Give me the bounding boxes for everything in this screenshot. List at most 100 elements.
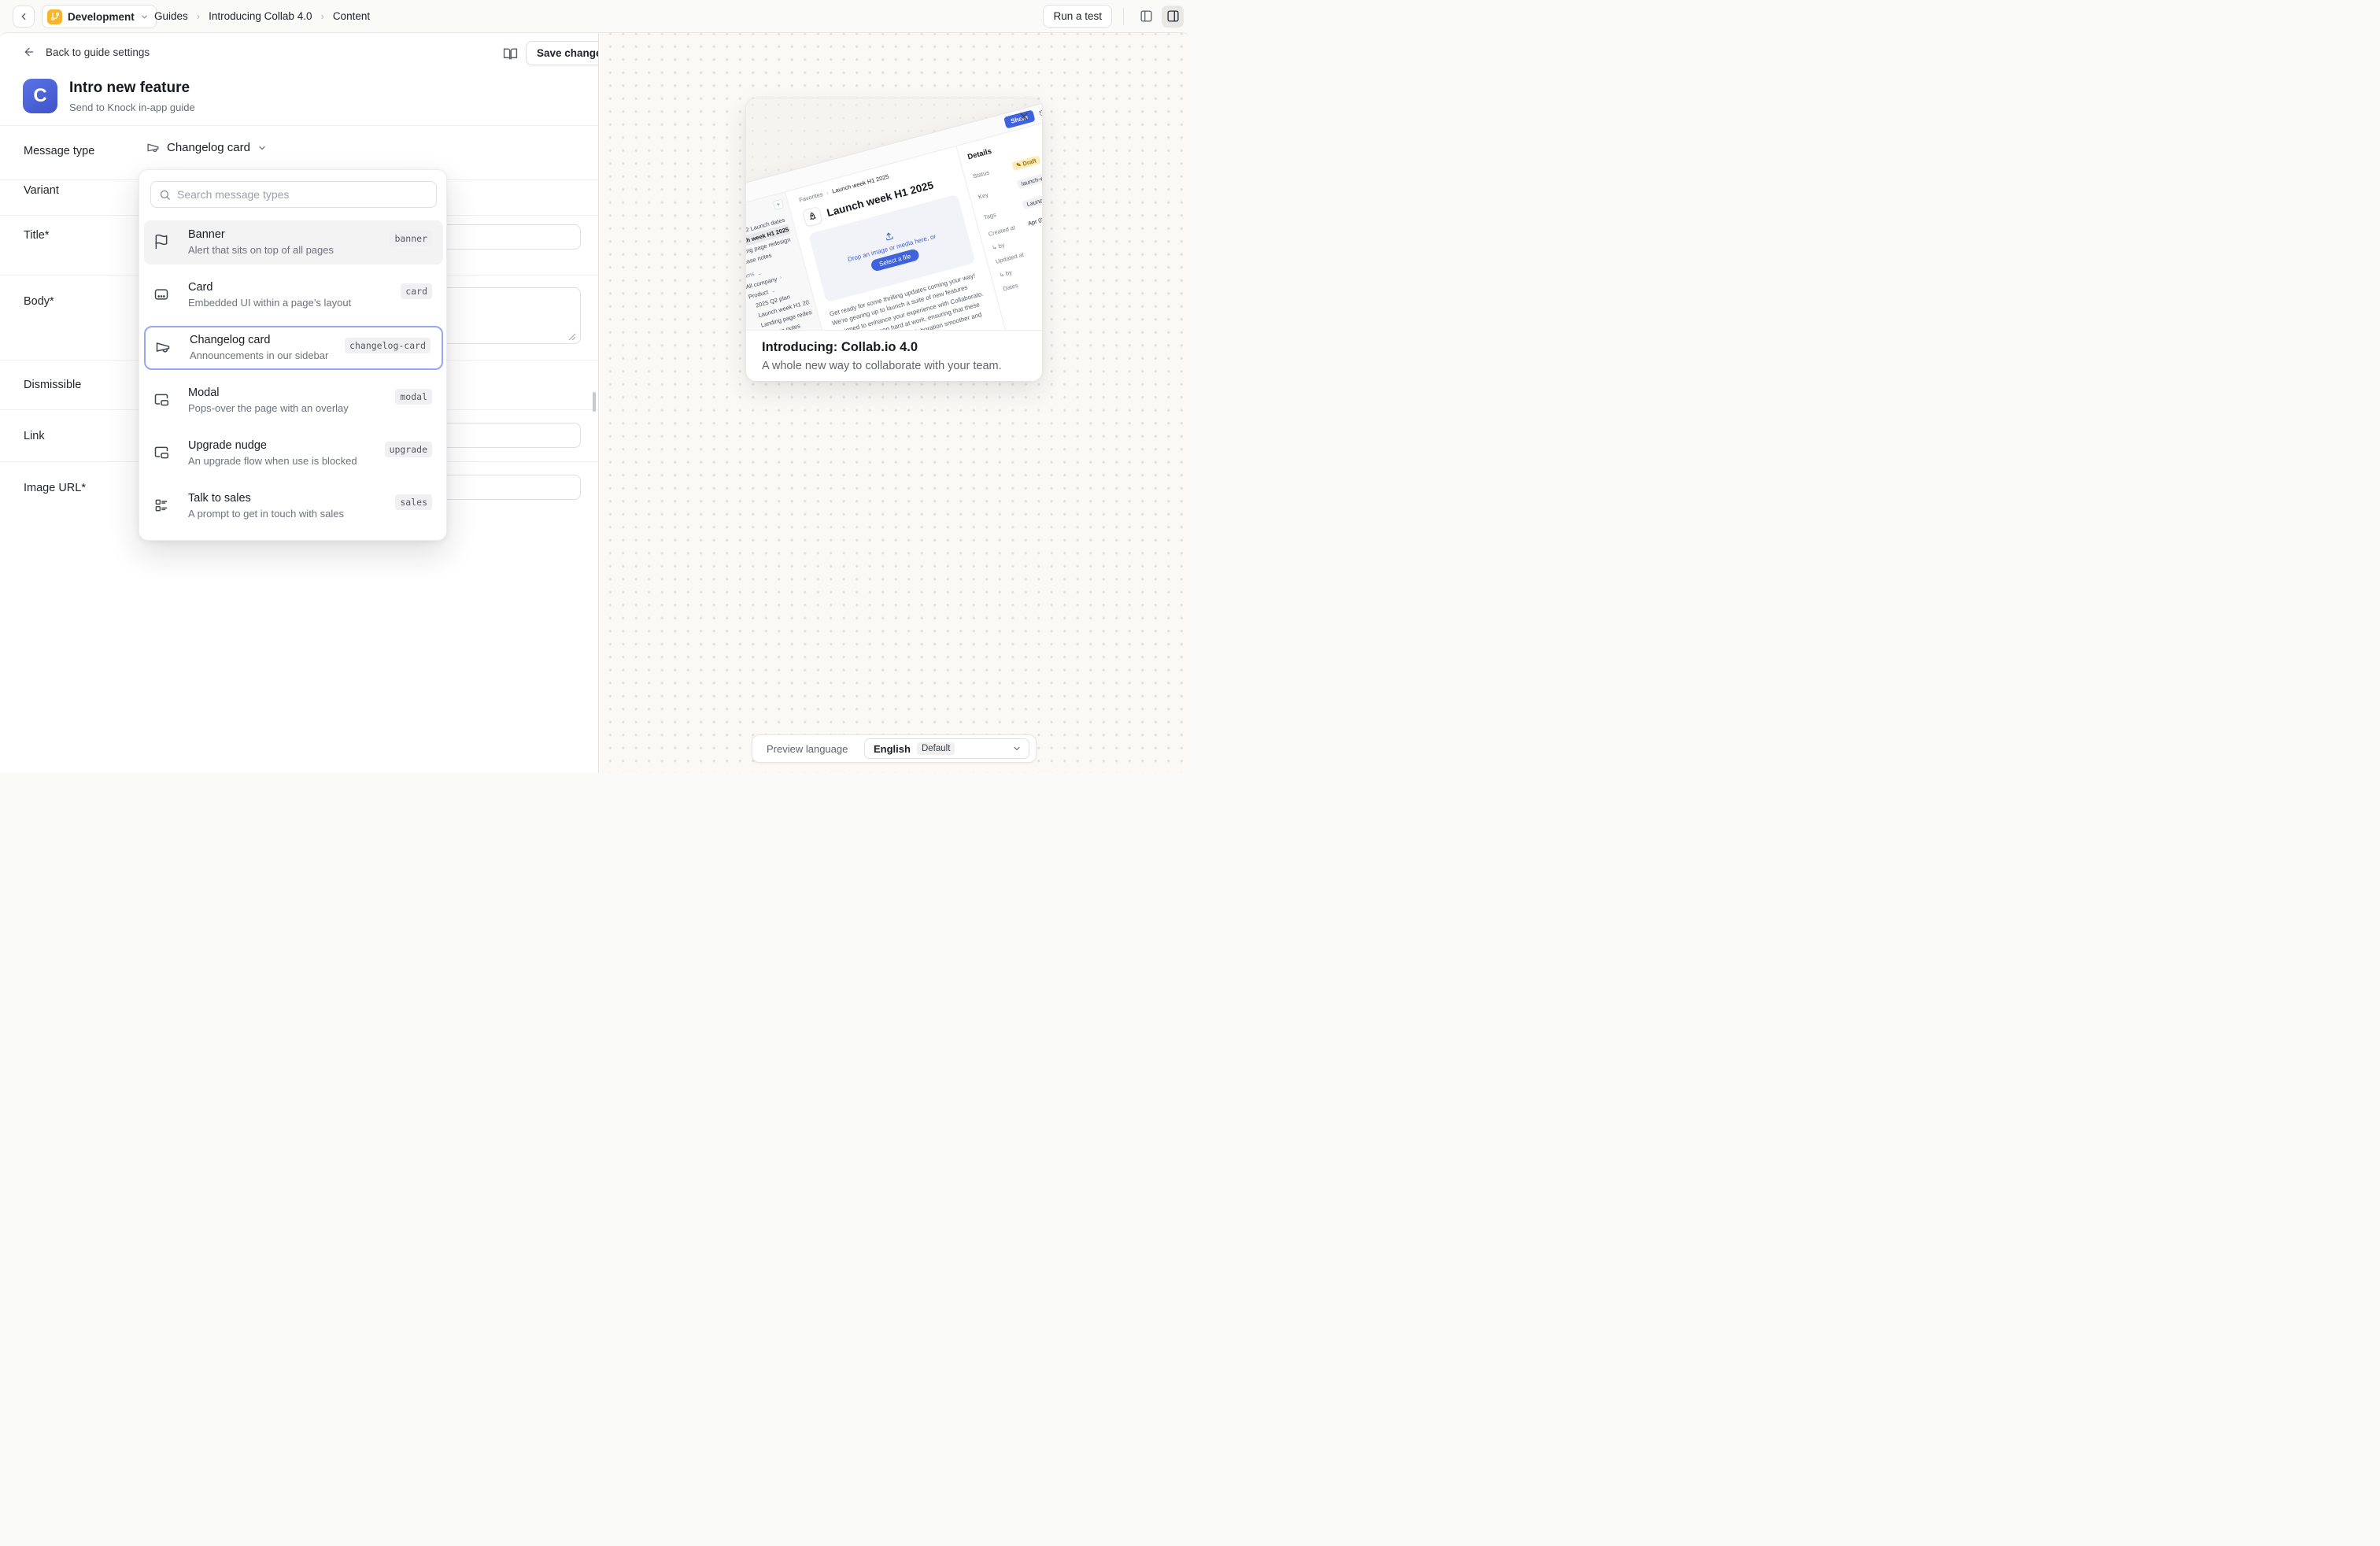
toggle-left-panel-button[interactable]	[1135, 6, 1157, 28]
chevron-right-icon: ›	[826, 189, 830, 196]
search-icon	[159, 189, 171, 201]
chevron-down-icon	[257, 143, 267, 153]
item-tag: banner	[390, 231, 432, 246]
draft-status-badge: ✎ Draft	[1011, 155, 1041, 171]
guide-subtitle: Send to Knock in-app guide	[69, 102, 195, 113]
dropdown-item-changelog-card[interactable]: Changelog card Announcements in our side…	[144, 326, 443, 370]
changelog-title: Introducing: Collab.io 4.0	[762, 340, 1026, 355]
back-to-guide-settings-link[interactable]: Back to guide settings	[23, 46, 150, 58]
chevron-down-icon	[140, 13, 149, 21]
details-label: Created at	[988, 220, 1029, 238]
list-icon	[153, 497, 169, 513]
item-description: Pops-over the page with an overlay	[188, 402, 432, 414]
changelog-preview-card: Share + 2025 Q2 Launch dates	[745, 98, 1043, 380]
run-a-test-button[interactable]: Run a test	[1043, 5, 1112, 28]
content-sheet: Back to guide settings Save changes C In…	[0, 32, 1190, 773]
dismissible-label: Dismissible	[24, 379, 81, 391]
variant-label: Variant	[24, 184, 59, 197]
details-label: ↳ by	[991, 234, 1033, 251]
language-value: English	[874, 743, 911, 755]
docs-button[interactable]	[498, 42, 522, 65]
message-type-dropdown: Banner Alert that sits on top of all pag…	[139, 169, 447, 541]
item-tag: upgrade	[385, 442, 432, 457]
details-label: Key	[978, 183, 1019, 200]
chevron-down-icon	[1012, 744, 1022, 753]
close-preview-button[interactable]	[1015, 108, 1033, 125]
environment-switcher[interactable]: Development	[42, 5, 157, 28]
item-name: Card	[188, 281, 432, 294]
scrollbar-thumb[interactable]	[593, 392, 596, 412]
item-description: A prompt to get in touch with sales	[188, 508, 432, 520]
details-label: Tags	[983, 203, 1025, 220]
changelog-subtitle: A whole new way to collaborate with your…	[762, 360, 1026, 372]
toggle-right-panel-button[interactable]	[1162, 6, 1184, 28]
vertical-divider	[1123, 8, 1124, 25]
breadcrumb-guides[interactable]: Guides	[154, 10, 188, 22]
chevron-down-icon: ⌄	[771, 287, 776, 294]
breadcrumb: Guides › Introducing Collab 4.0 › Conten…	[154, 0, 370, 32]
history-back-button[interactable]	[13, 6, 35, 28]
back-link-label: Back to guide settings	[46, 46, 150, 58]
top-navigation-bar: Development Guides › Introducing Collab …	[0, 0, 1190, 32]
dropdown-item-modal[interactable]: Modal Pops-over the page with an overlay…	[144, 379, 443, 423]
item-tag: card	[401, 283, 432, 299]
link-label: Link	[24, 430, 45, 442]
key-pill: launch-week-h1	[1016, 168, 1042, 189]
chevron-down-icon: ⌄	[756, 269, 762, 276]
chevron-right-icon: ›	[779, 275, 782, 280]
tag-pill: Launches	[1022, 193, 1042, 210]
divider	[0, 125, 598, 126]
git-branch-icon	[47, 9, 62, 24]
guide-title: Intro new feature	[69, 80, 195, 97]
history-icon[interactable]	[1038, 109, 1042, 117]
item-tag: sales	[395, 494, 432, 510]
preview-panel: Share + 2025 Q2 Launch dates	[599, 33, 1190, 773]
close-icon	[1018, 111, 1029, 122]
megaphone-icon	[155, 339, 171, 355]
guide-content-editor-panel: Back to guide settings Save changes C In…	[0, 33, 598, 773]
chevron-right-icon: ›	[197, 10, 200, 22]
message-type-select[interactable]: Changelog card	[146, 141, 267, 154]
panel-right-icon	[1166, 9, 1180, 23]
book-open-icon	[503, 46, 518, 61]
preview-app-window: Share + 2025 Q2 Launch dates	[746, 98, 1042, 330]
updated-by-value	[1039, 250, 1042, 264]
language-select[interactable]: English Default	[864, 738, 1029, 759]
dropdown-item-upgrade-nudge[interactable]: Upgrade nudge An upgrade flow when use i…	[144, 431, 443, 475]
preview-language-bar: Preview language English Default	[752, 734, 1037, 763]
dropdown-item-talk-to-sales[interactable]: Talk to sales A prompt to get in touch w…	[144, 484, 443, 528]
chevron-right-icon: ›	[320, 10, 323, 22]
chevron-left-icon	[18, 11, 29, 22]
environment-label: Development	[68, 11, 135, 23]
panel-left-icon	[1140, 9, 1153, 23]
guide-header: C Intro new feature Send to Knock in-app…	[23, 79, 195, 113]
search-message-types-input[interactable]	[177, 188, 428, 201]
details-label: Updated at	[995, 248, 1037, 265]
details-label: Dates	[1002, 275, 1042, 292]
dropdown-item-card[interactable]: Card Embedded UI within a page’s layout …	[144, 273, 443, 317]
dropdown-search	[150, 181, 437, 208]
breadcrumb-content[interactable]: Content	[333, 10, 370, 22]
guide-avatar: C	[23, 79, 57, 113]
item-tag: modal	[395, 389, 432, 405]
picture-in-picture-icon	[153, 392, 169, 408]
body-label: Body*	[24, 295, 54, 308]
details-label: Status	[972, 162, 1014, 179]
breadcrumb-favorites[interactable]: Favorites	[798, 190, 823, 204]
dropdown-item-banner[interactable]: Banner Alert that sits on top of all pag…	[144, 220, 443, 264]
language-variant-badge: Default	[917, 742, 955, 755]
flag-icon	[153, 234, 169, 250]
image-url-label: Image URL*	[24, 482, 86, 494]
message-type-label: Message type	[24, 145, 94, 157]
app-root: Development Guides › Introducing Collab …	[0, 0, 1190, 773]
compose-button[interactable]: +	[773, 199, 785, 211]
card-icon	[153, 287, 169, 302]
megaphone-icon	[146, 141, 160, 154]
details-label: ↳ by	[999, 261, 1040, 279]
item-tag: changelog-card	[345, 338, 431, 353]
pencil-icon: ✎	[1015, 161, 1022, 169]
preview-card-image: Share + 2025 Q2 Launch dates	[746, 98, 1042, 330]
item-description: Embedded UI within a page’s layout	[188, 297, 432, 309]
title-label: Title*	[24, 229, 50, 242]
breadcrumb-guide-name[interactable]: Introducing Collab 4.0	[209, 10, 312, 22]
